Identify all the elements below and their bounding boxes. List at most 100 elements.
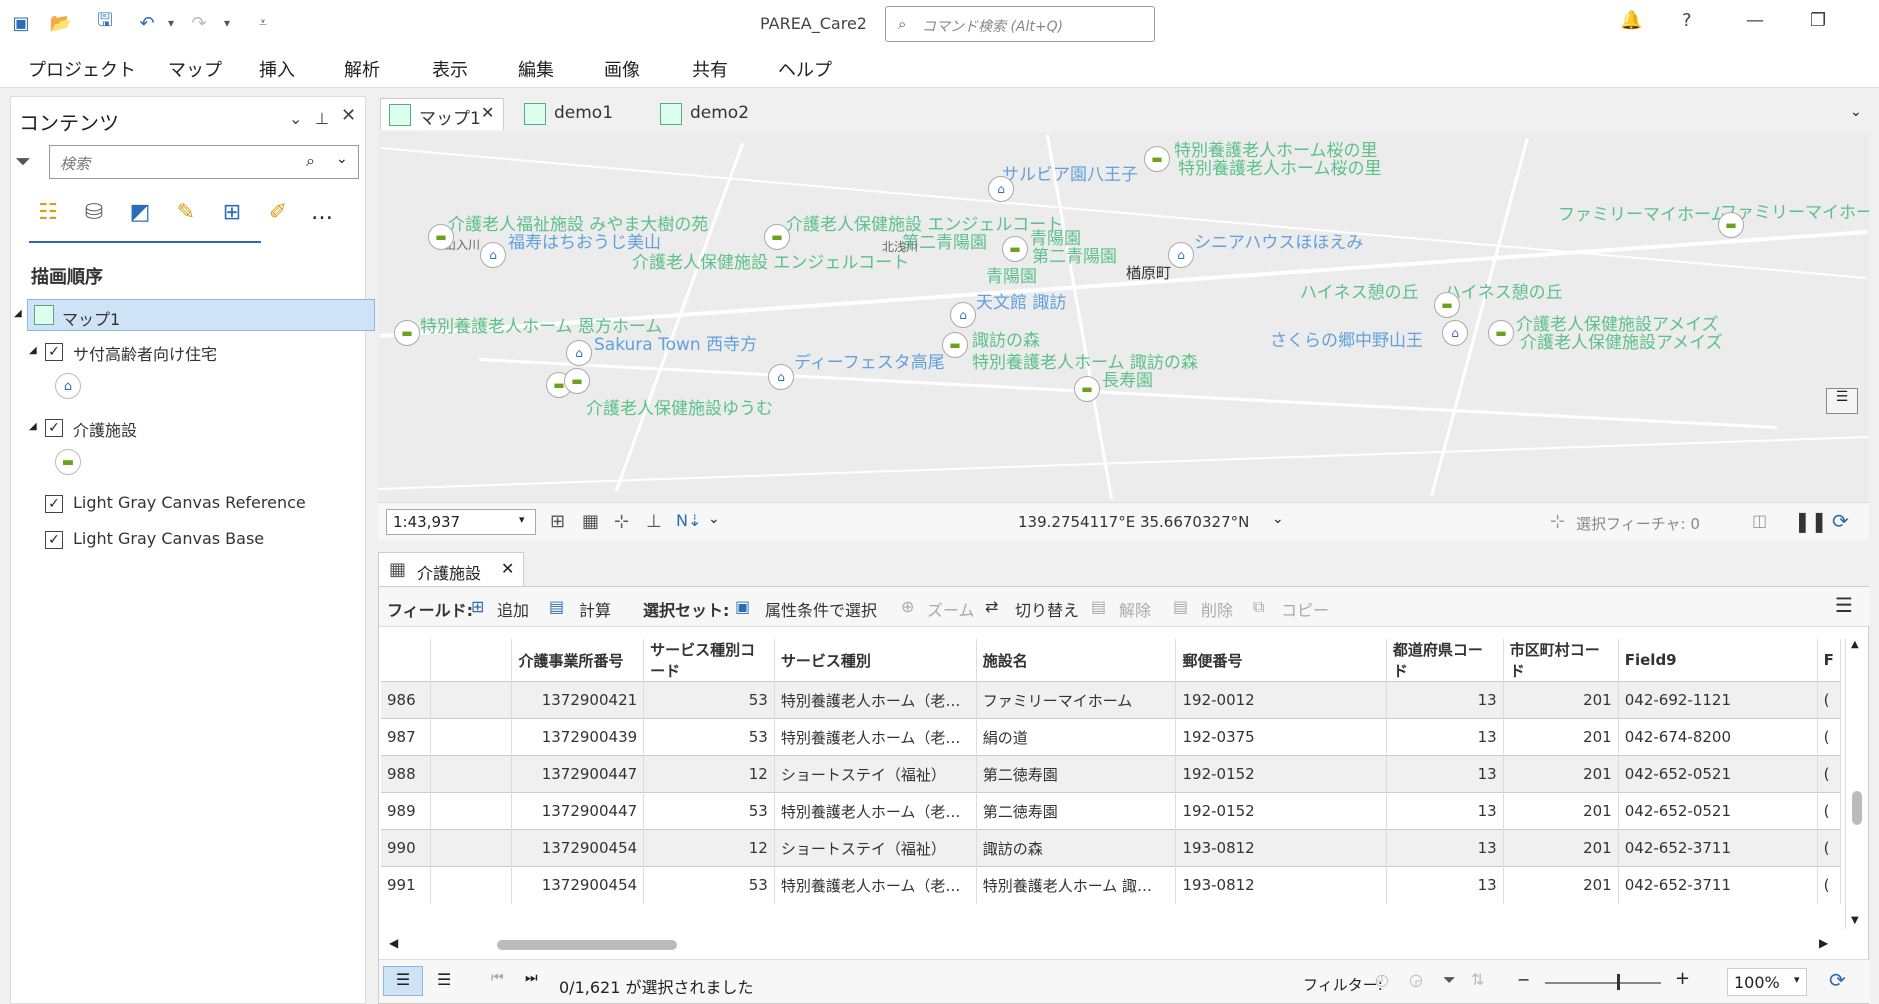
table-cell[interactable]: 042-692-1121 — [1618, 681, 1818, 719]
zoom-slider-thumb[interactable] — [1617, 974, 1620, 990]
care-facility-marker-icon[interactable]: ▬ — [942, 332, 968, 358]
close-tab-icon[interactable]: ✕ — [481, 103, 494, 122]
table-cell[interactable]: 192-0152 — [1175, 792, 1387, 830]
command-search-input[interactable]: ⌕ コマンド検索 (Alt+Q) — [885, 6, 1155, 42]
undo-dropdown-icon[interactable]: ▾ — [158, 10, 184, 36]
care-facility-marker-icon[interactable]: ▬ — [428, 224, 454, 250]
list-by-selection-icon[interactable]: ◩ — [123, 195, 157, 229]
show-all-records-icon[interactable]: ☰ — [383, 966, 423, 996]
table-cell[interactable]: 042-652-3711 — [1618, 866, 1818, 904]
sort-icon[interactable]: ⇅ — [1471, 970, 1484, 989]
layer-housing[interactable]: ◢ ✓ サ付高齢者向け住宅 — [11, 335, 365, 367]
contents-search-input[interactable]: 検索 ⌕ ⌄ — [49, 145, 359, 179]
care-facility-marker-icon[interactable]: ▬ — [564, 368, 590, 394]
zoom-out-icon[interactable]: − — [1517, 970, 1530, 989]
close-tab-icon[interactable]: ✕ — [501, 559, 514, 578]
table-cell[interactable]: ( — [1817, 755, 1841, 793]
map-overview-icon[interactable]: ☰ — [1826, 388, 1858, 414]
refresh-icon[interactable]: ⟳ — [1829, 968, 1846, 992]
new-project-icon[interactable]: ▣ — [8, 10, 34, 36]
table-cell[interactable]: 特別養護老人ホーム（老… — [774, 866, 977, 904]
menu-help[interactable]: ヘルプ — [778, 56, 832, 82]
tab-attribute-table[interactable]: ▦ 介護施設 ✕ — [378, 552, 524, 586]
collapse-icon[interactable]: ◢ — [14, 308, 22, 319]
table-cell[interactable]: 193-0812 — [1175, 829, 1387, 867]
scroll-down-icon[interactable]: ▼ — [1851, 915, 1859, 926]
care-facility-marker-icon[interactable]: ▬ — [394, 320, 420, 346]
menu-analysis[interactable]: 解析 — [344, 56, 380, 82]
extent-indicator-icon[interactable]: ◫ — [1752, 511, 1767, 530]
table-cell[interactable]: 201 — [1503, 755, 1619, 793]
time-filter-icon[interactable]: ◴ — [1375, 970, 1389, 989]
delete-button[interactable]: 削除 — [1201, 597, 1233, 621]
table-cell[interactable]: 1372900454 — [511, 829, 645, 867]
select-by-attribute-button[interactable]: 属性条件で選択 — [765, 597, 877, 621]
row-number-cell[interactable]: 990 — [381, 829, 432, 867]
table-cell[interactable]: 特別養護老人ホーム（老… — [774, 681, 977, 719]
minimize-icon[interactable]: — — [1746, 10, 1764, 31]
constraints-icon[interactable]: ⊥ — [646, 511, 662, 532]
table-cell[interactable]: 1372900454 — [511, 866, 645, 904]
list-by-data-source-icon[interactable]: ⛁ — [77, 195, 111, 229]
redo-icon[interactable]: ↷ — [186, 10, 212, 36]
column-header[interactable]: Field9 — [1618, 639, 1818, 682]
add-field-button[interactable]: 追加 — [497, 597, 529, 621]
tab-demo2[interactable]: demo2 — [652, 98, 759, 130]
collapse-icon[interactable]: ◢ — [29, 421, 37, 432]
first-record-icon[interactable]: ⏮ — [491, 970, 504, 986]
scale-selector[interactable]: 1:43,937 ▾ — [386, 509, 536, 535]
visibility-checkbox[interactable]: ✓ — [45, 531, 63, 549]
table-cell[interactable]: ( — [1817, 829, 1841, 867]
column-header[interactable]: 市区町村コード — [1503, 639, 1619, 682]
table-cell[interactable]: 53 — [643, 718, 775, 756]
more-options-icon[interactable]: … — [305, 195, 339, 229]
table-row[interactable]: 991 1372900454 53 特別養護老人ホーム（老… 特別養護老人ホーム 諏… 1… — [381, 866, 1841, 904]
housing-marker-icon[interactable]: ⌂ — [1168, 242, 1194, 268]
calculate-button[interactable]: 計算 — [579, 597, 611, 621]
care-facility-marker-icon[interactable]: ▬ — [1718, 212, 1744, 238]
scroll-right-icon[interactable]: ▶ — [1819, 936, 1828, 950]
table-cell[interactable]: 13 — [1386, 755, 1504, 793]
table-cell[interactable]: 193-0812 — [1175, 866, 1387, 904]
table-cell[interactable]: 特別養護老人ホーム 諏… — [976, 866, 1177, 904]
zoom-slider[interactable] — [1545, 982, 1661, 984]
table-cell[interactable]: 1372900447 — [511, 755, 645, 793]
housing-marker-icon[interactable]: ⌂ — [768, 364, 794, 390]
pause-icon[interactable]: ❚❚ — [1794, 509, 1828, 533]
table-cell[interactable]: 201 — [1503, 829, 1619, 867]
table-row[interactable]: 986 1372900421 53 特別養護老人ホーム（老… ファミリーマイホーム 192… — [381, 681, 1841, 719]
housing-marker-icon[interactable]: ⌂ — [988, 176, 1014, 202]
table-cell[interactable]: 諏訪の森 — [976, 829, 1177, 867]
table-cell[interactable]: 絹の道 — [976, 718, 1177, 756]
table-cell[interactable]: 13 — [1386, 681, 1504, 719]
table-row[interactable]: 987 1372900439 53 特別養護老人ホーム（老… 絹の道 192-0375 13… — [381, 718, 1841, 756]
refresh-icon[interactable]: ⟳ — [1832, 509, 1849, 533]
row-number-cell[interactable]: 989 — [381, 792, 432, 830]
table-cell[interactable]: 1372900439 — [511, 718, 645, 756]
table-cell[interactable]: 特別養護老人ホーム（老… — [774, 718, 977, 756]
list-by-drawing-order-icon[interactable]: ☷ — [31, 195, 65, 229]
table-cell[interactable]: 53 — [643, 792, 775, 830]
vertical-scrollbar[interactable]: ▲ ▼ — [1845, 639, 1867, 929]
horizontal-scrollbar[interactable]: ◀ ▶ — [389, 936, 1869, 951]
range-filter-icon[interactable]: ◶ — [1409, 970, 1423, 989]
menu-imagery[interactable]: 画像 — [604, 56, 640, 82]
close-pane-icon[interactable]: ✕ — [341, 105, 356, 126]
table-cell[interactable]: 201 — [1503, 792, 1619, 830]
zoom-button[interactable]: ズーム — [927, 597, 975, 621]
switch-button[interactable]: 切り替え — [1015, 597, 1079, 621]
show-selected-records-icon[interactable]: ☰ — [437, 970, 451, 989]
care-facility-marker-icon[interactable]: ▬ — [1434, 292, 1460, 318]
column-header[interactable]: 施設名 — [976, 639, 1177, 682]
table-cell[interactable]: 201 — [1503, 718, 1619, 756]
table-cell[interactable]: ( — [1817, 792, 1841, 830]
housing-marker-icon[interactable]: ⌂ — [480, 242, 506, 268]
menu-project[interactable]: プロジェクト — [28, 56, 136, 82]
help-icon[interactable]: ? — [1682, 10, 1692, 31]
column-header[interactable]: 介護事業所番号 — [511, 639, 645, 682]
table-cell[interactable] — [430, 755, 513, 793]
row-number-cell[interactable]: 991 — [381, 866, 432, 904]
table-cell[interactable] — [430, 792, 513, 830]
care-facility-marker-icon[interactable]: ▬ — [1002, 236, 1028, 262]
table-cell[interactable]: 53 — [643, 681, 775, 719]
